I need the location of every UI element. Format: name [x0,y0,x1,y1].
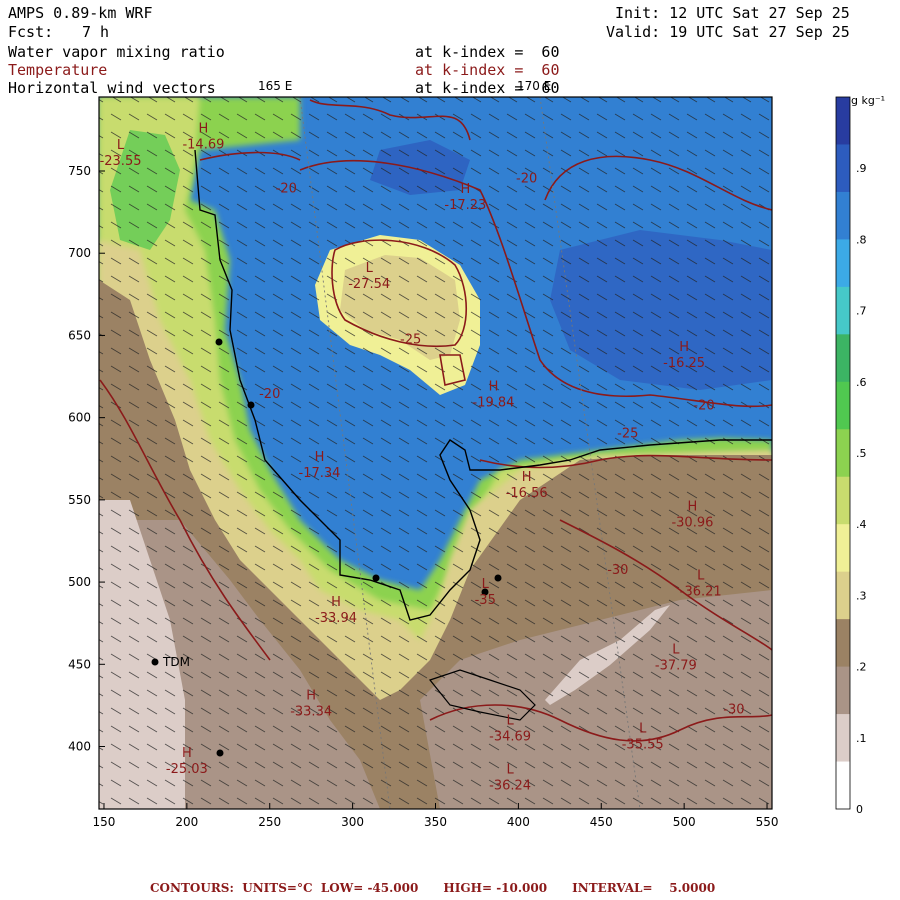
extremum-value: -36.21 [680,585,722,600]
contour-label: -25 [400,333,421,348]
extremum-type: H [522,470,532,485]
y-tick-label: 700 [68,246,91,260]
contour-label: -20 [693,398,714,413]
contour-label: -20 [516,172,537,187]
meridian-label-165e: 165 E [258,79,292,93]
colorbar-label: .1 [856,732,867,745]
colorbar-swatch [836,239,850,288]
x-tick-label: 400 [507,815,530,829]
colorbar-unit: g kg⁻¹ [851,94,885,107]
y-tick-label: 550 [68,493,91,507]
colorbar-swatch [836,524,850,573]
colorbar-label: 0 [856,803,863,816]
extremum-value: -36.24 [489,779,531,794]
extremum-type: L [482,577,490,592]
y-tick-label: 750 [68,164,91,178]
colorbar-swatch [836,619,850,668]
x-tick-label: 500 [673,815,696,829]
x-tick-label: 300 [341,815,364,829]
extremum-type: H [489,379,499,394]
extremum-value: -35 [475,593,496,608]
station-label: TDM [162,655,190,669]
extremum-value: -14.69 [182,137,224,152]
extremum-value: -34.69 [489,729,531,744]
extremum-value: -25.03 [166,762,208,777]
contour-label: -20 [259,387,280,402]
extremum-type: L [506,713,514,728]
extremum-type: L [639,722,647,737]
x-tick-label: 450 [590,815,613,829]
contour-label: -30 [607,563,628,578]
colorbar-label: .3 [856,589,867,602]
extremum-value: -27.54 [348,277,390,292]
colorbar-swatch [836,571,850,620]
map-figure: 165 E 170 E TDM L-27.54H-17.23H-14.69L-2… [68,79,885,829]
y-tick-label: 500 [68,575,91,589]
colorbar-label: .6 [856,376,867,389]
colorbar-swatch [836,429,850,478]
colorbar-swatch [836,144,850,193]
meridian-label-170e: 170 E [517,79,551,93]
x-tick-label: 550 [756,815,779,829]
extremum-value: -33.94 [315,611,357,626]
extremum-value: -17.23 [444,198,486,213]
extremum-value: -30.96 [671,516,713,531]
colorbar-label: .9 [856,162,867,175]
extremum-value: -19.84 [473,395,515,410]
colorbar-swatch [836,381,850,430]
extremum-type: H [688,500,698,515]
extremum-type: H [331,595,341,610]
extremum-value: -16.25 [663,356,705,371]
colorbar-label: .5 [856,447,867,460]
extremum-type: L [506,763,514,778]
extremum-type: L [697,569,705,584]
colorbar-swatch [836,97,850,145]
extremum-type: H [306,689,316,704]
extremum-type: L [366,261,374,276]
x-tick-label: 150 [93,815,116,829]
colorbar-swatch [836,761,850,810]
extremum-type: H [460,182,470,197]
x-tick-label: 200 [175,815,198,829]
colorbar: .9 .8 .7 .6 .5 .4 .3 .2 .1 0 [835,96,867,816]
colorbar-swatch [836,334,850,383]
colorbar-swatch [836,476,850,525]
extremum-value: -23.55 [100,154,142,169]
y-tick-label: 650 [68,328,91,342]
contour-label: -30 [723,703,744,718]
extremum-value: -37.79 [655,659,697,674]
colorbar-label: .8 [856,233,867,246]
extremum-type: L [117,138,125,153]
extremum-value: -17.34 [299,466,341,481]
colorbar-label: .7 [856,305,867,318]
x-tick-label: 350 [424,815,447,829]
colorbar-swatch [836,191,850,240]
extremum-type: H [182,746,192,761]
contour-label: -25 [617,426,638,441]
extremum-type: L [672,643,680,658]
y-tick-label: 600 [68,411,91,425]
extremum-value: -16.56 [506,486,548,501]
colorbar-label: .4 [856,518,867,531]
x-tick-label: 250 [258,815,281,829]
colorbar-label: .2 [856,661,867,674]
extremum-value: -33.34 [290,705,332,720]
contour-label: -20 [276,181,297,196]
colorbar-swatch [836,666,850,715]
extremum-value: -35.55 [622,738,664,753]
y-tick-label: 400 [68,740,91,754]
y-tick-label: 450 [68,657,91,671]
contour-info: CONTOURS: UNITS=°C LOW= -45.000 HIGH= -1… [150,881,716,895]
colorbar-swatch [836,714,850,763]
colorbar-swatch [836,286,850,335]
extremum-type: H [199,121,209,136]
extremum-type: H [315,450,325,465]
extremum-type: H [679,340,689,355]
